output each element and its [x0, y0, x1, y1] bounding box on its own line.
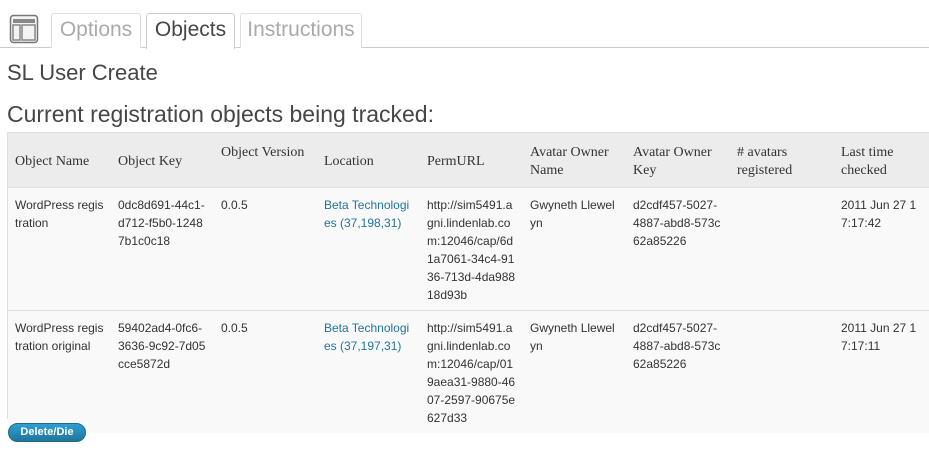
section-title: Current registration objects being track…	[7, 101, 434, 127]
page-title: SL User Create	[7, 60, 158, 85]
cell-owner-name: Gwyneth Llewelyn	[523, 310, 626, 433]
cell-location: Beta Technologies (37,198,31)	[317, 187, 420, 311]
cell-object-name: WordPress registration	[8, 187, 111, 311]
tab-instructions[interactable]: Instructions	[240, 13, 362, 48]
col-header-last-checked: Last time checked	[834, 133, 929, 188]
col-header-owner-name: Avatar Owner Name	[523, 133, 626, 188]
cell-last-checked: 2011 Jun 27 17:17:42	[834, 187, 929, 311]
tab-objects[interactable]: Objects	[146, 13, 235, 49]
cell-object-name: WordPress registration original	[8, 310, 111, 433]
cell-object-version: 0.0.5	[214, 187, 317, 311]
cell-last-checked: 2011 Jun 27 17:17:11	[834, 310, 929, 433]
cell-owner-name: Gwyneth Llewelyn	[523, 187, 626, 311]
table-row: WordPress registration original 59402ad4…	[8, 310, 929, 433]
cell-avatars-registered	[730, 187, 834, 311]
tab-bar: Options Objects Instructions	[0, 0, 929, 49]
settings-screen-icon	[9, 14, 39, 44]
cell-location: Beta Technologies (37,197,31)	[317, 310, 420, 433]
cell-owner-key: d2cdf457-5027-4887-abd8-573c62a85226	[626, 310, 730, 433]
location-link[interactable]: Beta Technologies (37,197,31)	[324, 321, 409, 353]
location-link[interactable]: Beta Technologies (37,198,31)	[324, 198, 409, 230]
col-header-object-version: Object Version	[214, 133, 317, 188]
cell-permurl: http://sim5491.agni.lindenlab.com:12046/…	[420, 187, 523, 311]
objects-table: Object Name Object Key Object Version Lo…	[8, 133, 929, 433]
col-header-location: Location	[317, 133, 420, 188]
objects-table-wrapper: Object Name Object Key Object Version Lo…	[7, 132, 929, 433]
cell-owner-key: d2cdf457-5027-4887-abd8-573c62a85226	[626, 187, 730, 311]
cell-object-key: 59402ad4-0fc6-3636-9c92-7d05cce5872d	[111, 310, 214, 433]
col-header-object-key: Object Key	[111, 133, 214, 188]
col-header-permurl: PermURL	[420, 133, 523, 188]
cell-avatars-registered	[730, 310, 834, 433]
delete-die-button[interactable]: Delete/Die	[8, 423, 86, 442]
table-row: WordPress registration 0dc8d691-44c1-d71…	[8, 187, 929, 311]
col-header-owner-key: Avatar Owner Key	[626, 133, 730, 188]
col-header-object-name: Object Name	[8, 133, 111, 188]
table-header-row: Object Name Object Key Object Version Lo…	[8, 133, 929, 188]
cell-permurl: http://sim5491.agni.lindenlab.com:12046/…	[420, 310, 523, 433]
cell-object-key: 0dc8d691-44c1-d712-f5b0-12487b1c0c18	[111, 187, 214, 311]
tab-options[interactable]: Options	[51, 13, 141, 48]
cell-object-version: 0.0.5	[214, 310, 317, 433]
col-header-avatars-registered: # avatars registered	[730, 133, 834, 188]
